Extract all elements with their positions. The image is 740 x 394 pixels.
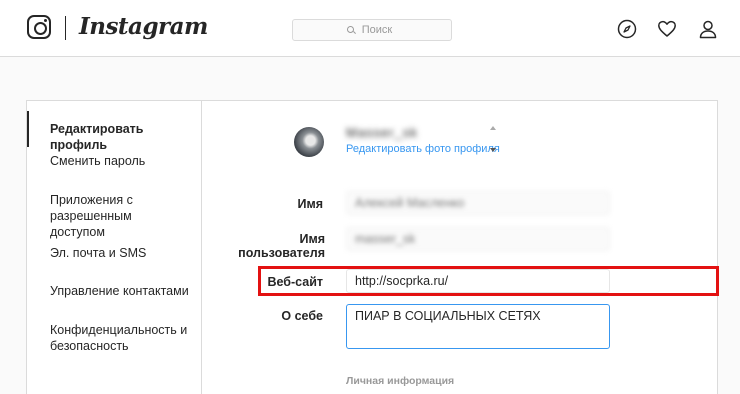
profile-username: Masser_sk xyxy=(346,125,418,140)
settings-sidebar: Редактировать профиль Сменить пароль При… xyxy=(27,101,202,394)
scroll-down-arrow-icon[interactable] xyxy=(490,148,496,152)
instagram-wordmark[interactable]: Instagram xyxy=(79,13,208,40)
sidebar-item-email-sms[interactable]: Эл. почта и SMS xyxy=(27,245,201,261)
search-input[interactable] xyxy=(293,20,451,40)
personal-info-heading: Личная информация xyxy=(346,375,455,387)
settings-panel: Редактировать профиль Сменить пароль При… xyxy=(26,100,718,394)
name-label: Имя xyxy=(297,197,323,211)
sidebar-item-edit-profile[interactable]: Редактировать профиль xyxy=(27,111,201,152)
sidebar-item-change-password[interactable]: Сменить пароль xyxy=(27,153,201,169)
bio-label: О себе xyxy=(281,309,323,323)
username-field[interactable] xyxy=(346,227,610,251)
heart-icon[interactable] xyxy=(657,19,677,39)
profile-icon[interactable] xyxy=(698,19,718,39)
avatar[interactable] xyxy=(294,127,324,157)
instagram-logo-icon[interactable] xyxy=(27,15,51,39)
name-field[interactable] xyxy=(346,191,610,215)
scroll-up-arrow-icon[interactable] xyxy=(490,126,496,130)
sidebar-item-manage-contacts[interactable]: Управление контактами xyxy=(27,283,201,299)
logo-divider xyxy=(65,16,66,40)
search-box[interactable] xyxy=(292,19,452,41)
website-field[interactable] xyxy=(346,269,610,293)
explore-icon[interactable] xyxy=(617,19,637,39)
bio-field[interactable]: ПИАР В СОЦИАЛЬНЫХ СЕТЯХ xyxy=(346,304,610,349)
edit-profile-form: Masser_sk Редактировать фото профиля Имя… xyxy=(203,101,718,394)
sidebar-item-privacy-security[interactable]: Конфиденциальность и безопасность xyxy=(27,322,192,354)
website-label: Веб-сайт xyxy=(267,275,323,289)
username-label: Имя пользователя xyxy=(238,232,325,260)
top-navigation-bar: Instagram xyxy=(0,0,740,57)
sidebar-item-authorized-apps[interactable]: Приложения с разрешенным доступом xyxy=(27,192,187,240)
edit-profile-photo-link[interactable]: Редактировать фото профиля xyxy=(346,143,500,155)
